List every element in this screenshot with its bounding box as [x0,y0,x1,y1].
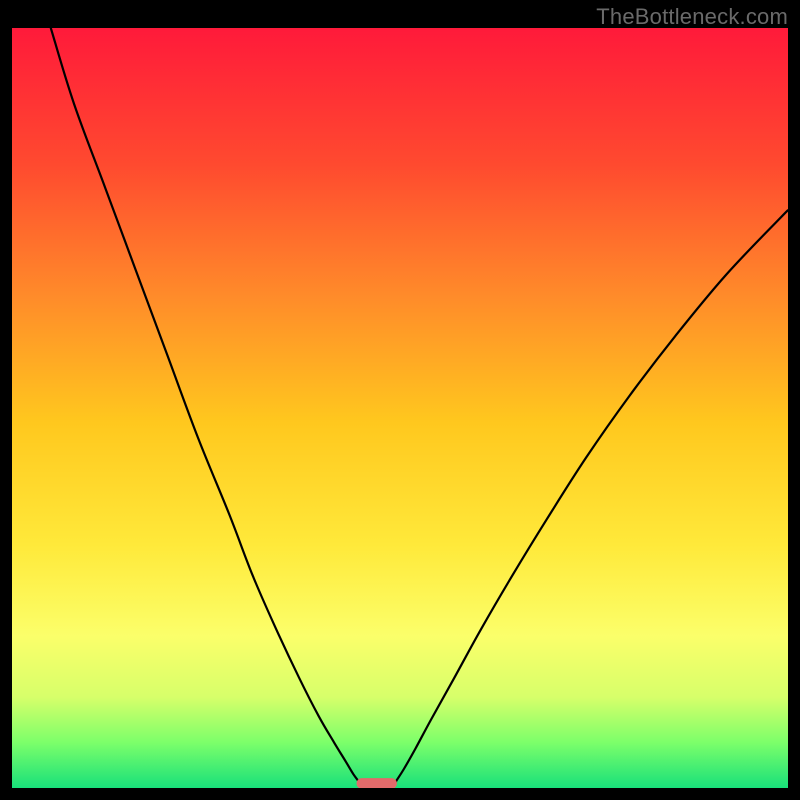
watermark-text: TheBottleneck.com [596,4,788,30]
gradient-background [12,28,788,788]
frame: TheBottleneck.com [0,0,800,800]
chart-svg [12,28,788,788]
bottleneck-marker [357,778,397,788]
plot-area [12,28,788,788]
